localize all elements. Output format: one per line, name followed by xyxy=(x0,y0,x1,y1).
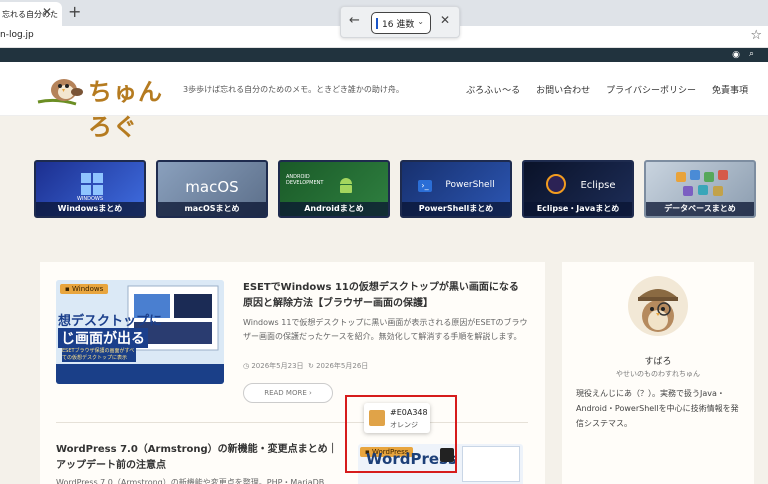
badge-label: Windows xyxy=(71,285,104,293)
post-title[interactable]: WordPress 7.0（Armstrong）の新機能・変更点まとめ｜アップデ… xyxy=(56,442,346,474)
category-label: Androidまとめ xyxy=(280,202,388,216)
post-excerpt: WordPress 7.0（Armstrong）の新機能や変更点を整理。PHP・… xyxy=(56,478,325,484)
color-picker-popup[interactable]: #E0A348 オレンジ xyxy=(364,403,430,433)
avatar xyxy=(628,276,688,336)
category-label: macOSまとめ xyxy=(158,202,266,216)
text-cursor xyxy=(376,18,378,29)
post-date: 2026年5月23日 xyxy=(251,362,304,370)
category-banners: WINDOWS Windowsまとめ macOS macOSまとめ ANDROI… xyxy=(34,160,756,218)
post-excerpt: Windows 11で仮想デスクトップに黒い画面が表示される原因がESETのブラ… xyxy=(243,318,528,341)
category-database[interactable]: データベースまとめ xyxy=(644,160,756,218)
category-eclipse[interactable]: Eclipse Eclipse・Javaまとめ xyxy=(522,160,634,218)
profile-sidebar: すばろ やせいのものわすれちゅん 現役えんじにあ（？）。実務で扱うJava・An… xyxy=(562,262,754,484)
category-badge: ▪ Windows xyxy=(60,284,109,294)
back-arrow-icon[interactable]: ← xyxy=(349,13,360,28)
site-logo[interactable]: ちゅんろぐ xyxy=(36,68,176,141)
post-meta: ◷ 2026年5月23日 ↻ 2026年5月26日 xyxy=(243,361,368,371)
color-hex[interactable]: #E0A348 xyxy=(390,408,428,417)
folder-icon: ▪ xyxy=(65,285,70,293)
nav-privacy[interactable]: プライバシーポリシー xyxy=(606,83,696,96)
category-label: Windowsまとめ xyxy=(36,202,144,216)
nav-disclaimer[interactable]: 免責事項 xyxy=(712,83,748,96)
category-label: Eclipse・Javaまとめ xyxy=(524,202,632,216)
thumbnail-caption: ESETブラウザ保護の画面がすべての仮想デスクトップに表示 xyxy=(62,348,135,361)
nav-contact[interactable]: お問い合わせ xyxy=(536,83,590,96)
thumbnail-text-1: 想デスクトップに xyxy=(58,314,163,329)
detective-bird-icon xyxy=(638,289,678,332)
post-title[interactable]: ESETでWindows 11の仮想デスクトップが黒い画面になる原因と解除方法【… xyxy=(243,280,528,312)
category-android[interactable]: ANDROID DEVELOPMENT Androidまとめ xyxy=(278,160,390,218)
post-thumbnail[interactable]: ▪ Windows 想デスクトップに じ画面が出る ESETブラウザ保護の画面が… xyxy=(56,280,224,384)
android-robot-icon xyxy=(340,178,352,193)
chevron-down-icon: ⌄ xyxy=(417,17,424,26)
color-swatch xyxy=(369,410,385,426)
author-subtitle: やせいのものわすれちゅん xyxy=(616,370,700,378)
category-macos[interactable]: macOS macOSまとめ xyxy=(156,160,268,218)
author-name: すばろ xyxy=(644,357,672,367)
thumbnail-screen xyxy=(462,446,520,482)
site-tagline: 3歩歩けば忘れる自分のためのメモ。ときどき誰かの助け舟。 xyxy=(183,85,404,94)
category-label: データベースまとめ xyxy=(646,202,754,216)
refresh-icon: ↻ xyxy=(307,362,314,370)
clock-icon: ◷ xyxy=(243,362,250,370)
category-title: Eclipse xyxy=(580,180,616,191)
category-powershell[interactable]: ›_ PowerShell PowerShellまとめ xyxy=(400,160,512,218)
search-icon[interactable]: ⌕ xyxy=(749,49,754,59)
browser-tab[interactable]: 忘れる自分のた ✕ xyxy=(0,2,62,26)
read-more-button[interactable]: READ MORE › xyxy=(243,383,333,403)
category-title: ANDROID DEVELOPMENT xyxy=(286,174,324,186)
category-title: PowerShell xyxy=(445,180,495,190)
bookmark-star-icon[interactable]: ☆ xyxy=(750,28,762,43)
close-icon[interactable]: ✕ xyxy=(440,13,450,27)
color-format-toolbar: ← 16 進数 ⌄ ✕ xyxy=(340,6,460,38)
rss-icon[interactable]: ◉ xyxy=(732,50,740,60)
nav-profile[interactable]: ぶろふぃ〜る xyxy=(466,83,520,96)
url-text[interactable]: n-log.jp xyxy=(0,30,34,40)
logo-text: ちゅんろぐ xyxy=(88,78,163,141)
author-bio: 現役えんじにあ（？）。実務で扱うJava・Android・PowerShellを… xyxy=(576,389,739,428)
site-header: ちゅんろぐ 3歩歩けば忘れる自分のためのメモ。ときどき誰かの助け舟。 ぶろふぃ〜… xyxy=(0,62,768,141)
category-windows[interactable]: WINDOWS Windowsまとめ xyxy=(34,160,146,218)
main-nav: ぶろふぃ〜る お問い合わせ プライバシーポリシー 免責事項 xyxy=(466,83,748,96)
top-strip: ◉ ⌕ xyxy=(0,48,768,62)
divider xyxy=(56,422,528,423)
thumbnail-text-2: じ画面が出る xyxy=(58,328,148,348)
format-select-value: 16 進数 xyxy=(382,20,415,30)
tab-close-icon[interactable]: ✕ xyxy=(42,5,52,19)
windows-icon xyxy=(81,173,103,195)
format-select[interactable]: 16 進数 ⌄ xyxy=(371,12,431,34)
new-tab-icon[interactable]: + xyxy=(68,2,81,21)
category-label: PowerShellまとめ xyxy=(402,202,510,216)
category-title: macOS xyxy=(185,178,239,196)
color-name: オレンジ xyxy=(390,421,418,429)
post-updated: 2026年5月26日 xyxy=(316,362,369,370)
database-icon xyxy=(676,170,728,196)
sparrow-logo-icon xyxy=(37,79,83,106)
